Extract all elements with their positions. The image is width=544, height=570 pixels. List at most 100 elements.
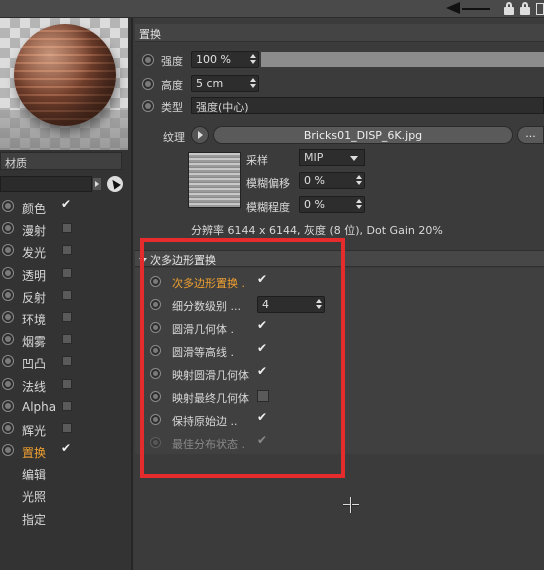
sidebar-item-label: 光照 (22, 490, 47, 505)
channel-label: 颜色 (22, 202, 47, 216)
window-icon[interactable] (536, 3, 544, 15)
channel-label: 辉光 (22, 423, 47, 438)
channel-checkbox[interactable] (61, 441, 72, 455)
blur-offset-value: 0 % (304, 174, 325, 187)
spinner-icon[interactable] (356, 199, 362, 210)
sidebar-item-editor[interactable]: 编辑 (0, 462, 130, 484)
channel-label: 漫射 (22, 224, 47, 239)
channel-label: 发光 (22, 246, 47, 261)
crosshair-cursor-icon (343, 497, 359, 513)
texture-browse-button[interactable]: ... (517, 126, 544, 144)
channel-checkbox[interactable] (62, 422, 72, 433)
radio-icon[interactable] (2, 444, 14, 457)
chevron-down-icon (350, 156, 358, 161)
sidebar-item-illumination[interactable]: 光照 (0, 484, 130, 506)
strength-slider[interactable] (261, 52, 544, 67)
channel-luminance[interactable]: 发光 (0, 240, 130, 262)
channel-displacement[interactable]: 置换 (0, 440, 130, 462)
radio-icon[interactable] (2, 310, 14, 323)
channel-checkbox[interactable] (62, 267, 72, 278)
brick-sphere-preview (14, 24, 116, 126)
strength-label: 强度 (161, 55, 183, 68)
sidebar-item-label: 编辑 (22, 468, 47, 483)
blur-scale-label: 模糊程度 (246, 201, 290, 214)
channel-checkbox[interactable] (62, 289, 72, 300)
height-value: 5 cm (196, 77, 224, 90)
back-arrow-icon[interactable] (446, 2, 460, 14)
height-field[interactable]: 5 cm (191, 75, 259, 92)
height-label: 高度 (161, 79, 183, 92)
channel-color[interactable]: 颜色 (0, 196, 130, 218)
channel-fog[interactable]: 烟雾 (0, 329, 130, 351)
channel-checkbox[interactable] (62, 223, 72, 234)
sidebar-item-assignment[interactable]: 指定 (0, 507, 130, 529)
strength-row: 强度 100 % (135, 50, 544, 70)
channel-list: 颜色 漫射 发光 透明 反射 环境 烟雾 凹凸 法线 Alpha 辉光 置换 编… (0, 196, 130, 529)
spinner-icon[interactable] (356, 175, 362, 186)
channel-checkbox[interactable] (62, 334, 72, 345)
play-arrow-icon[interactable] (93, 178, 101, 190)
section-title: 置换 (135, 24, 544, 42)
material-name-input[interactable] (0, 176, 92, 192)
material-title: 材质 (0, 152, 122, 170)
channel-glow[interactable]: 辉光 (0, 418, 130, 440)
type-row: 类型 强度(中心) (135, 96, 544, 116)
type-label: 类型 (161, 101, 183, 114)
channel-reflectance[interactable]: 反射 (0, 285, 130, 307)
channel-label: 置换 (22, 446, 47, 461)
type-dropdown[interactable]: 强度(中心) (191, 97, 544, 114)
lock-icon[interactable] (520, 2, 530, 15)
texture-file-field[interactable]: Bricks01_DISP_6K.jpg (213, 126, 513, 144)
sidebar-item-label: 指定 (22, 512, 47, 527)
cursor-icon[interactable] (107, 176, 123, 192)
sampling-value: MIP (304, 151, 324, 164)
channel-diffusion[interactable]: 漫射 (0, 218, 130, 240)
radio-icon[interactable] (2, 399, 14, 412)
channel-transparency[interactable]: 透明 (0, 263, 130, 285)
texture-thumbnail[interactable] (188, 152, 241, 208)
radio-icon[interactable] (2, 377, 14, 390)
channel-label: Alpha (22, 399, 57, 414)
channel-alpha[interactable]: Alpha (0, 396, 130, 418)
channel-checkbox[interactable] (62, 400, 72, 411)
sampling-dropdown[interactable]: MIP (299, 149, 365, 166)
lock-icon[interactable] (504, 2, 514, 15)
radio-icon[interactable] (2, 333, 14, 346)
radio-icon[interactable] (2, 200, 14, 212)
material-preview[interactable] (0, 18, 128, 150)
sampling-label: 采样 (246, 154, 268, 167)
radio-icon[interactable] (2, 288, 14, 301)
radio-icon[interactable] (2, 355, 14, 368)
radio-icon[interactable] (2, 266, 14, 279)
channel-label: 烟雾 (22, 335, 47, 350)
spinner-icon[interactable] (250, 78, 256, 89)
spinner-icon[interactable] (250, 54, 256, 65)
channel-checkbox[interactable] (62, 356, 72, 367)
texture-menu-button[interactable] (191, 126, 209, 144)
strength-field[interactable]: 100 % (191, 51, 259, 68)
radio-icon[interactable] (2, 421, 14, 434)
blur-scale-field[interactable]: 0 % (299, 196, 365, 213)
arrow-tail-icon (462, 8, 490, 10)
radio-icon[interactable] (142, 78, 154, 90)
channel-label: 反射 (22, 290, 47, 305)
channel-checkbox[interactable] (62, 311, 72, 322)
blur-offset-label: 模糊偏移 (246, 177, 290, 190)
highlight-box (140, 238, 345, 478)
channel-checkbox[interactable] (62, 378, 72, 389)
blur-offset-field[interactable]: 0 % (299, 172, 365, 189)
radio-icon[interactable] (2, 244, 14, 257)
channel-bump[interactable]: 凹凸 (0, 351, 130, 373)
blur-scale-value: 0 % (304, 198, 325, 211)
channel-environment[interactable]: 环境 (0, 307, 130, 329)
channel-label: 透明 (22, 268, 47, 283)
radio-icon[interactable] (142, 54, 154, 66)
channel-label: 凹凸 (22, 357, 47, 372)
strength-value: 100 % (196, 53, 231, 66)
channel-normal[interactable]: 法线 (0, 374, 130, 396)
radio-icon[interactable] (142, 100, 154, 112)
type-value: 强度(中心) (196, 101, 249, 114)
radio-icon[interactable] (2, 222, 14, 235)
channel-checkbox[interactable] (62, 245, 72, 256)
channel-checkbox[interactable] (61, 197, 72, 211)
